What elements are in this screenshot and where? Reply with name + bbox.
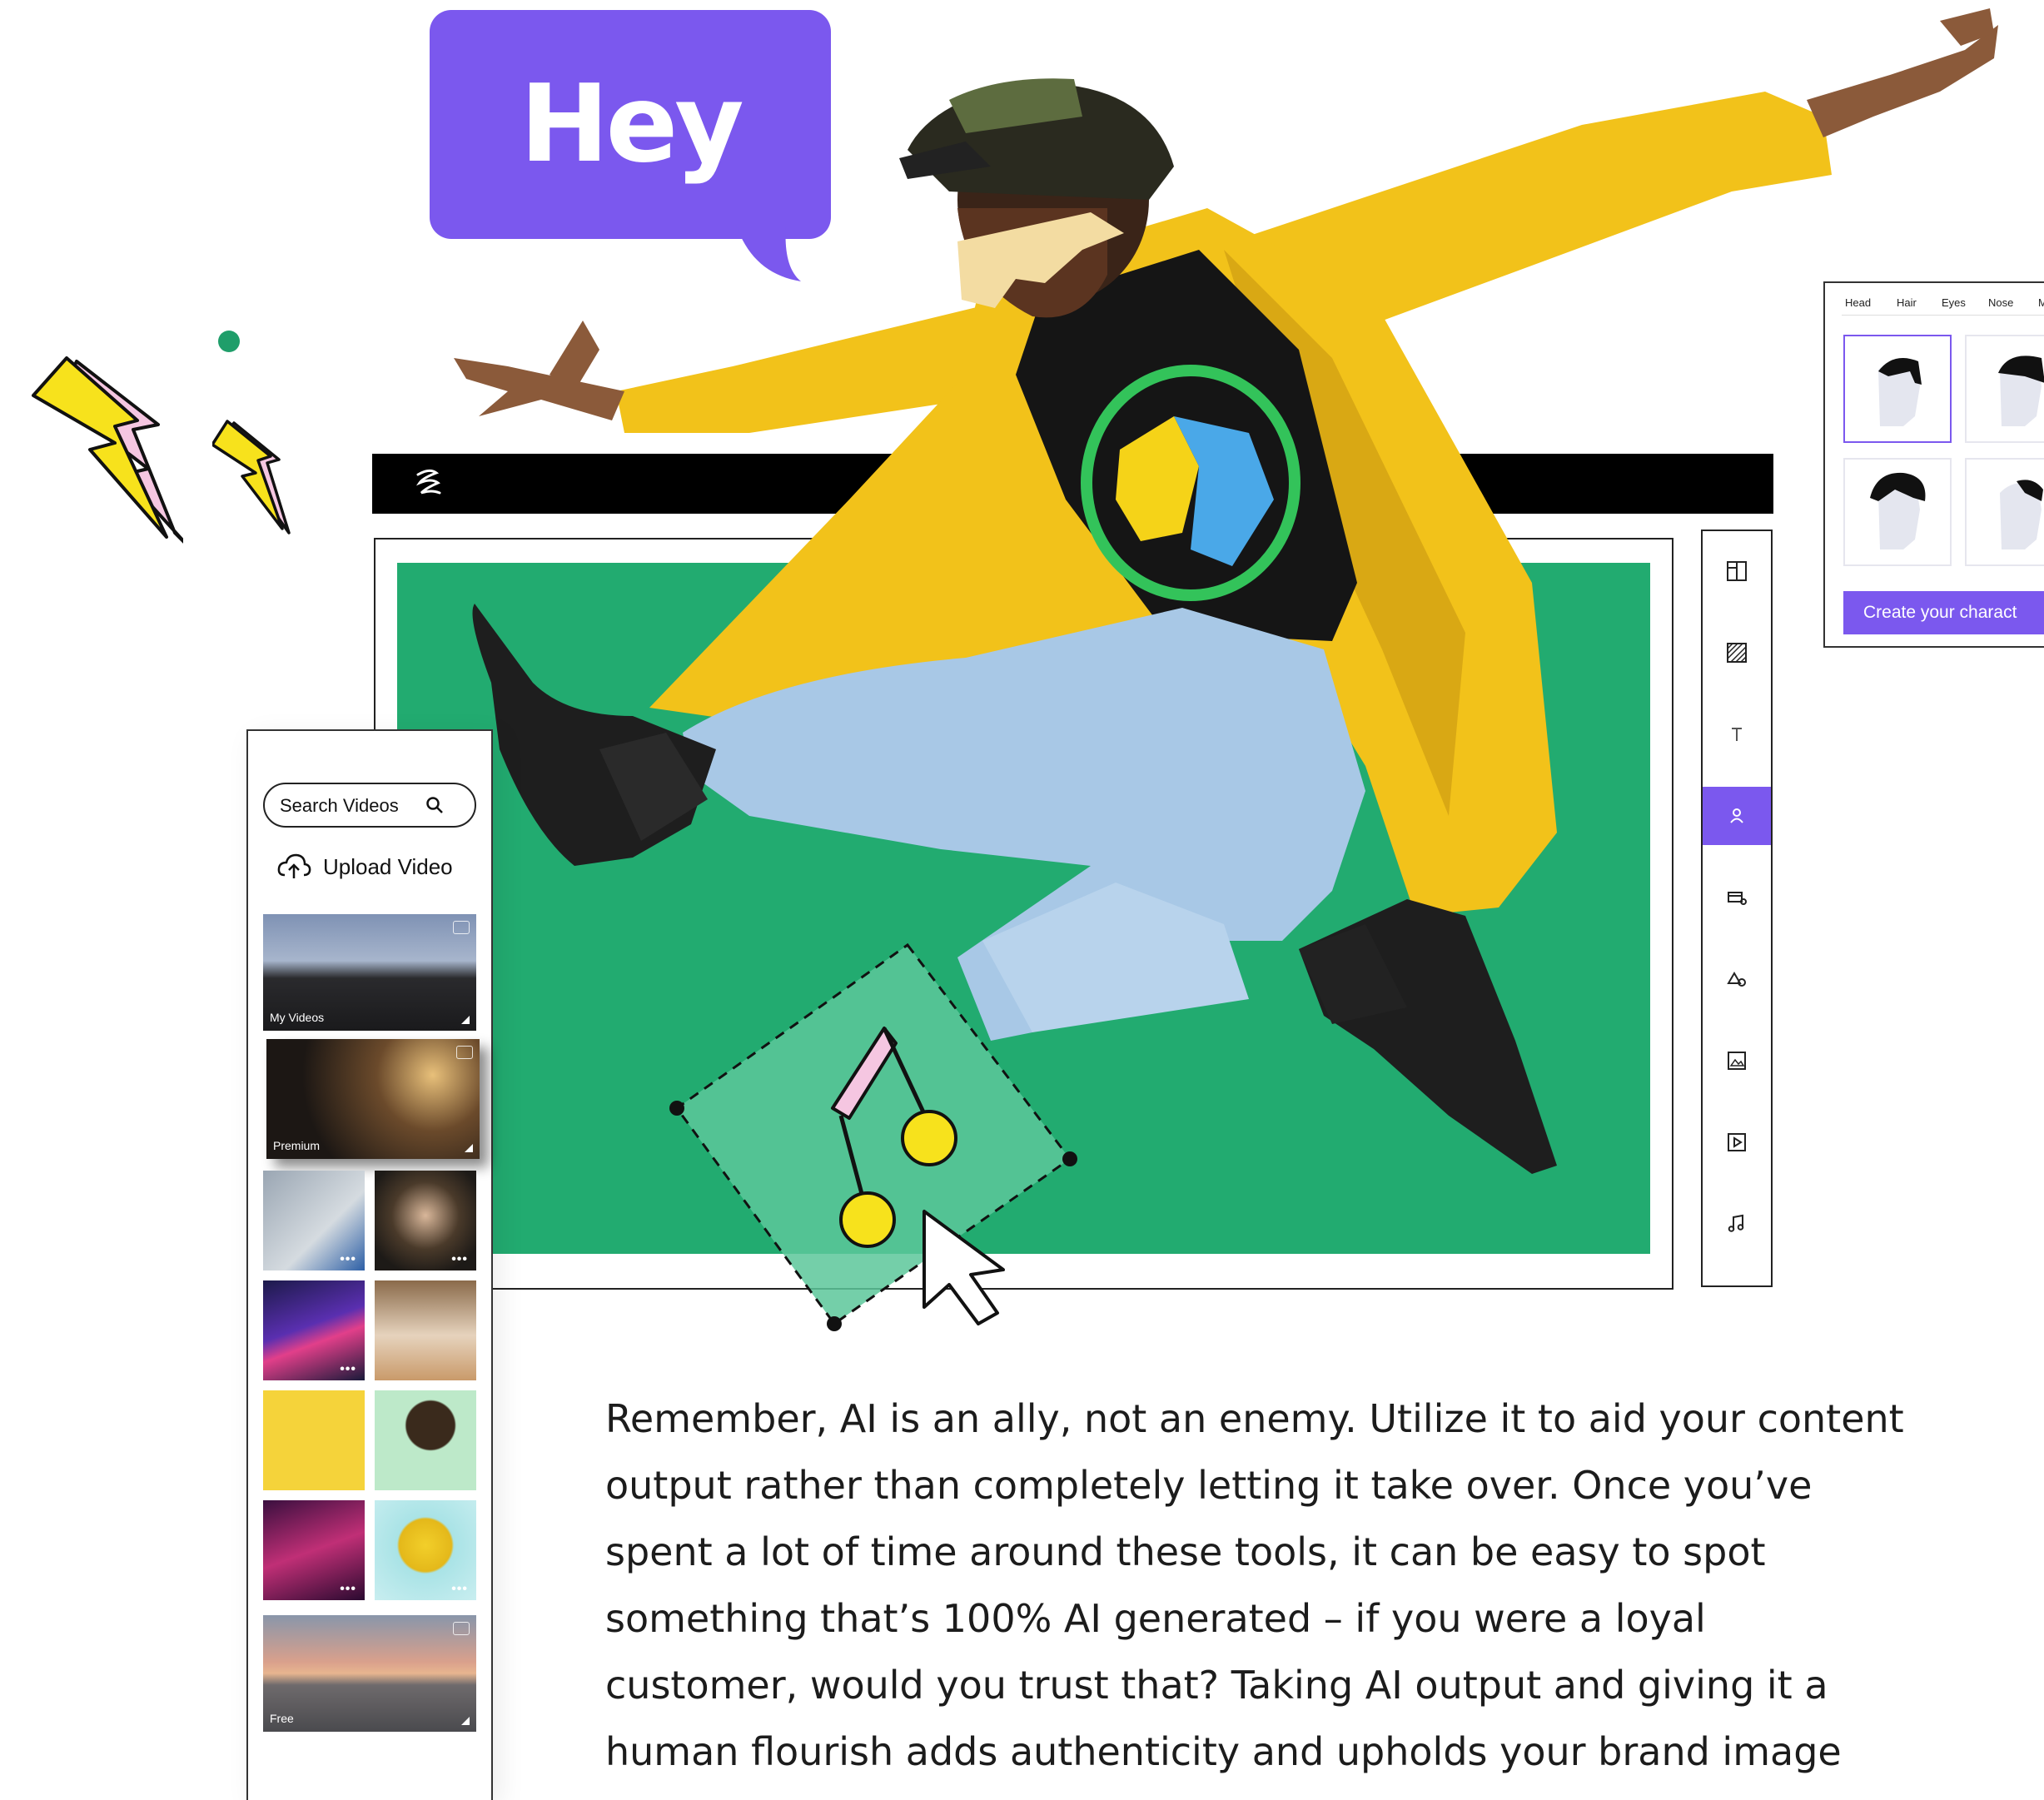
paragraph-line: Remember, AI is an ally, not an enemy. U… bbox=[605, 1396, 1904, 1441]
media-thumbnail[interactable]: ••• bbox=[263, 1500, 365, 1600]
hair-option[interactable] bbox=[1965, 458, 2044, 566]
tab-more[interactable]: M bbox=[2038, 296, 2044, 309]
tab-nose[interactable]: Nose bbox=[1988, 296, 2013, 309]
media-thumbnail-premium[interactable]: Premium bbox=[266, 1039, 480, 1159]
cloud-upload-icon bbox=[277, 853, 311, 878]
lightning-bolt-small-icon bbox=[212, 420, 291, 535]
create-character-button[interactable]: Create your charact bbox=[1843, 591, 2044, 634]
media-thumbnail[interactable] bbox=[375, 1390, 476, 1490]
hair-option[interactable] bbox=[1965, 335, 2044, 443]
more-icon[interactable]: ••• bbox=[340, 1362, 356, 1377]
media-thumbnail[interactable] bbox=[375, 1280, 476, 1380]
tab-hair[interactable]: Hair bbox=[1897, 296, 1917, 309]
search-placeholder: Search Videos bbox=[280, 795, 399, 816]
more-icon[interactable]: ••• bbox=[340, 1582, 356, 1597]
thumbnail-label: Free bbox=[270, 1712, 294, 1725]
hair-option[interactable] bbox=[1843, 458, 1952, 566]
character-builder-panel: Head Hair Eyes Nose M Create your charac… bbox=[1823, 281, 2044, 648]
camera-icon bbox=[453, 1622, 470, 1635]
music-icon[interactable] bbox=[1703, 1195, 1771, 1253]
more-icon[interactable]: ••• bbox=[340, 1252, 356, 1267]
thumbnail-label: Premium bbox=[273, 1139, 321, 1152]
tab-head[interactable]: Head bbox=[1845, 296, 1871, 309]
media-thumbnail[interactable]: ••• bbox=[375, 1171, 476, 1270]
paragraph-line: spent a lot of time around these tools, … bbox=[605, 1529, 1766, 1574]
hair-option[interactable] bbox=[1843, 335, 1952, 443]
thumbnail-label: My Videos bbox=[270, 1011, 325, 1024]
article-paragraph: Remember, AI is an ally, not an enemy. U… bbox=[605, 1385, 1954, 1785]
upload-video-button[interactable]: Upload Video bbox=[276, 850, 453, 883]
corner-icon bbox=[465, 1144, 473, 1152]
media-thumbnail[interactable]: ••• bbox=[263, 1280, 365, 1380]
media-thumbnail-free[interactable]: Free bbox=[263, 1615, 476, 1732]
corner-icon bbox=[461, 1016, 470, 1024]
search-icon[interactable] bbox=[425, 795, 445, 815]
paragraph-line: human flourish adds authenticity and uph… bbox=[605, 1729, 1842, 1774]
paragraph-line: output rather than completely letting it… bbox=[605, 1463, 1813, 1508]
jumping-person-image bbox=[454, 8, 1998, 1174]
tab-divider bbox=[1842, 315, 2044, 316]
more-icon[interactable]: ••• bbox=[451, 1582, 468, 1597]
decor-dot bbox=[218, 331, 240, 352]
camera-icon bbox=[456, 1046, 473, 1059]
lightning-bolt-icon bbox=[32, 356, 183, 544]
more-icon[interactable]: ••• bbox=[451, 1252, 468, 1267]
media-thumbnail[interactable]: ••• bbox=[375, 1500, 476, 1600]
media-library-panel: Search Videos Upload Video My Videos Pre… bbox=[246, 729, 493, 1800]
tab-eyes[interactable]: Eyes bbox=[1942, 296, 1966, 309]
media-thumbnail-my-videos[interactable]: My Videos bbox=[263, 914, 476, 1031]
corner-icon bbox=[461, 1717, 470, 1725]
music-note-sticker[interactable] bbox=[666, 937, 1082, 1336]
search-videos-input[interactable]: Search Videos bbox=[263, 783, 476, 828]
paragraph-line: something that’s 100% AI generated – if … bbox=[605, 1596, 1706, 1641]
media-thumbnail[interactable]: ••• bbox=[263, 1171, 365, 1270]
media-thumbnail[interactable] bbox=[263, 1390, 365, 1490]
camera-icon bbox=[453, 921, 470, 934]
upload-video-label: Upload Video bbox=[323, 853, 453, 879]
paragraph-line: customer, would you trust that? Taking A… bbox=[605, 1663, 1828, 1708]
